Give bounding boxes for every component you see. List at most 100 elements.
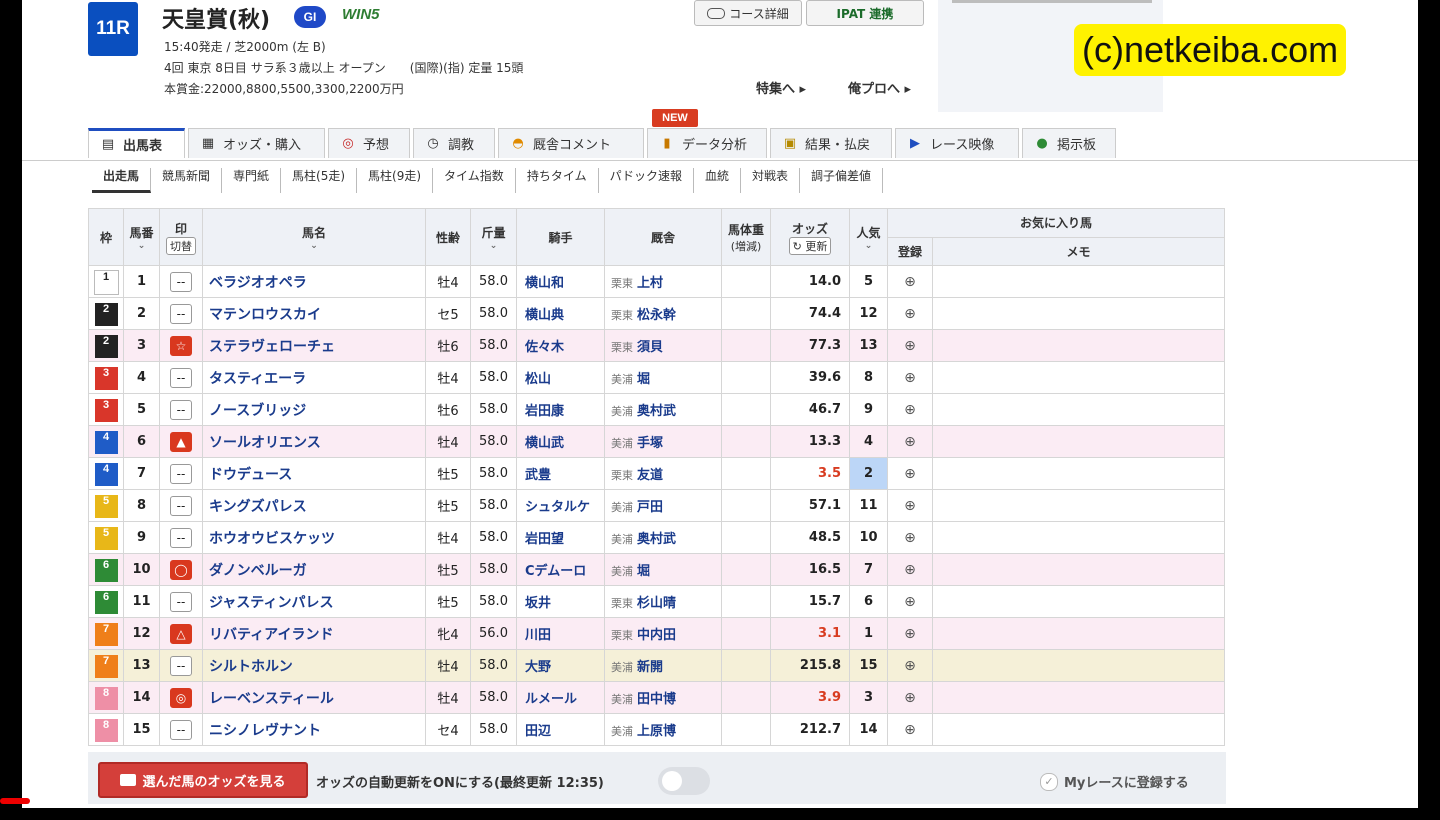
memo-cell[interactable] xyxy=(932,649,1225,682)
tab-odds[interactable]: ▦ オッズ・購入 xyxy=(188,128,325,158)
trainer-name[interactable]: 奥村武 xyxy=(637,404,676,419)
tab-data-analysis[interactable]: ▮ データ分析 xyxy=(647,128,767,158)
add-favorite-icon[interactable]: ⊕ xyxy=(904,530,916,546)
add-favorite-icon[interactable]: ⊕ xyxy=(904,690,916,706)
memo-cell[interactable] xyxy=(932,329,1225,362)
jockey-name[interactable]: Cデムーロ xyxy=(516,553,605,586)
memo-cell[interactable] xyxy=(932,585,1225,618)
trainer-name[interactable]: 新開 xyxy=(637,660,663,675)
horse-name[interactable]: ドウデュース xyxy=(202,457,426,490)
subnav-shussouba[interactable]: 出走馬 xyxy=(92,168,152,193)
jockey-name[interactable]: 田辺 xyxy=(516,713,605,746)
my-race-register[interactable]: ✓ Myレースに登録する xyxy=(1040,772,1189,791)
subnav-condition[interactable]: 調子偏差値 xyxy=(800,168,883,193)
tab-chokyo[interactable]: ◷ 調教 xyxy=(413,128,495,158)
jockey-name[interactable]: 坂井 xyxy=(516,585,605,618)
header-popularity[interactable]: 人気 ⌄ xyxy=(849,208,888,266)
trainer-name[interactable]: 上原博 xyxy=(637,724,676,739)
mark-switch-button[interactable]: 切替 xyxy=(166,236,196,255)
view-selected-odds-button[interactable]: 選んだ馬のオッズを見る xyxy=(98,762,308,798)
jockey-name[interactable]: 横山和 xyxy=(516,265,605,298)
add-favorite-icon[interactable]: ⊕ xyxy=(904,626,916,642)
tab-yoso[interactable]: ◎ 予想 xyxy=(328,128,410,158)
horse-name[interactable]: レーベンスティール xyxy=(202,681,426,714)
tab-video[interactable]: ▶ レース映像 xyxy=(895,128,1019,158)
subnav-pedigree[interactable]: 血統 xyxy=(694,168,741,193)
horse-name[interactable]: ノースブリッジ xyxy=(202,393,426,426)
memo-cell[interactable] xyxy=(932,489,1225,522)
horse-name[interactable]: タスティエーラ xyxy=(202,361,426,394)
add-favorite-icon[interactable]: ⊕ xyxy=(904,274,916,290)
add-favorite-icon[interactable]: ⊕ xyxy=(904,594,916,610)
trainer-name[interactable]: 杉山晴 xyxy=(637,596,676,611)
tab-shutsuba[interactable]: ▤ 出馬表 xyxy=(88,128,185,158)
mark-selector[interactable]: -- xyxy=(170,303,192,324)
horse-name[interactable]: ホウオウビスケッツ xyxy=(202,521,426,554)
add-favorite-icon[interactable]: ⊕ xyxy=(904,370,916,386)
horse-name[interactable]: キングズパレス xyxy=(202,489,426,522)
jockey-name[interactable]: 武豊 xyxy=(516,457,605,490)
add-favorite-icon[interactable]: ⊕ xyxy=(904,498,916,514)
jockey-name[interactable]: 川田 xyxy=(516,617,605,650)
mark-selector[interactable]: -- xyxy=(170,463,192,484)
jockey-name[interactable]: 佐々木 xyxy=(516,329,605,362)
memo-cell[interactable] xyxy=(932,553,1225,586)
horse-name[interactable]: マテンロウスカイ xyxy=(202,297,426,330)
mark-selector[interactable]: ▲ xyxy=(170,431,192,452)
trainer-name[interactable]: 松永幹 xyxy=(637,308,676,323)
memo-cell[interactable] xyxy=(932,457,1225,490)
jockey-name[interactable]: 横山典 xyxy=(516,297,605,330)
mark-selector[interactable]: △ xyxy=(170,623,192,644)
trainer-name[interactable]: 奥村武 xyxy=(637,532,676,547)
memo-cell[interactable] xyxy=(932,521,1225,554)
subnav-matchup[interactable]: 対戦表 xyxy=(741,168,800,193)
add-favorite-icon[interactable]: ⊕ xyxy=(904,402,916,418)
memo-cell[interactable] xyxy=(932,393,1225,426)
mark-selector[interactable]: -- xyxy=(170,655,192,676)
tab-board[interactable]: ● 掲示板 xyxy=(1022,128,1116,158)
mark-selector[interactable]: -- xyxy=(170,271,192,292)
tab-result[interactable]: ▣ 結果・払戻 xyxy=(770,128,892,158)
add-favorite-icon[interactable]: ⊕ xyxy=(904,658,916,674)
horse-name[interactable]: ソールオリエンス xyxy=(202,425,426,458)
trainer-name[interactable]: 堀 xyxy=(637,372,650,387)
odds-update-button[interactable]: ↻ 更新 xyxy=(788,236,832,255)
mark-selector[interactable]: -- xyxy=(170,495,192,516)
trainer-name[interactable]: 上村 xyxy=(637,276,663,291)
horse-name[interactable]: ベラジオオペラ xyxy=(202,265,426,298)
memo-cell[interactable] xyxy=(932,361,1225,394)
horse-name[interactable]: ニシノレヴナント xyxy=(202,713,426,746)
memo-cell[interactable] xyxy=(932,265,1225,298)
mark-selector[interactable]: ☆ xyxy=(170,335,192,356)
trainer-name[interactable]: 須貝 xyxy=(637,340,663,355)
memo-cell[interactable] xyxy=(932,425,1225,458)
memo-cell[interactable] xyxy=(932,681,1225,714)
header-weight[interactable]: 斤量 ⌄ xyxy=(470,208,517,266)
my-pro-link[interactable]: 俺プロへ ▸ xyxy=(848,78,911,97)
subnav-senmonshi[interactable]: 専門紙 xyxy=(222,168,282,193)
mark-selector[interactable]: -- xyxy=(170,367,192,388)
add-favorite-icon[interactable]: ⊕ xyxy=(904,306,916,322)
trainer-name[interactable]: 友道 xyxy=(637,468,663,483)
header-umaban[interactable]: 馬番 ⌄ xyxy=(123,208,160,266)
subnav-paddock[interactable]: パドック速報 xyxy=(599,168,694,193)
trainer-name[interactable]: 戸田 xyxy=(637,500,663,515)
subnav-keiba-shinbun[interactable]: 競馬新聞 xyxy=(151,168,223,193)
add-favorite-icon[interactable]: ⊕ xyxy=(904,338,916,354)
horse-name[interactable]: ジャスティンパレス xyxy=(202,585,426,618)
add-favorite-icon[interactable]: ⊕ xyxy=(904,562,916,578)
ipat-link-button[interactable]: IPAT 連携 xyxy=(806,0,924,26)
jockey-name[interactable]: 横山武 xyxy=(516,425,605,458)
mark-selector[interactable]: -- xyxy=(170,719,192,740)
horse-name[interactable]: シルトホルン xyxy=(202,649,426,682)
trainer-name[interactable]: 手塚 xyxy=(637,436,663,451)
course-detail-button[interactable]: コース詳細 xyxy=(694,0,802,26)
jockey-name[interactable]: 岩田望 xyxy=(516,521,605,554)
memo-cell[interactable] xyxy=(932,617,1225,650)
add-favorite-icon[interactable]: ⊕ xyxy=(904,722,916,738)
add-favorite-icon[interactable]: ⊕ xyxy=(904,434,916,450)
jockey-name[interactable]: 岩田康 xyxy=(516,393,605,426)
mark-selector[interactable]: -- xyxy=(170,399,192,420)
horse-name[interactable]: ステラヴェローチェ xyxy=(202,329,426,362)
jockey-name[interactable]: ルメール xyxy=(516,681,605,714)
